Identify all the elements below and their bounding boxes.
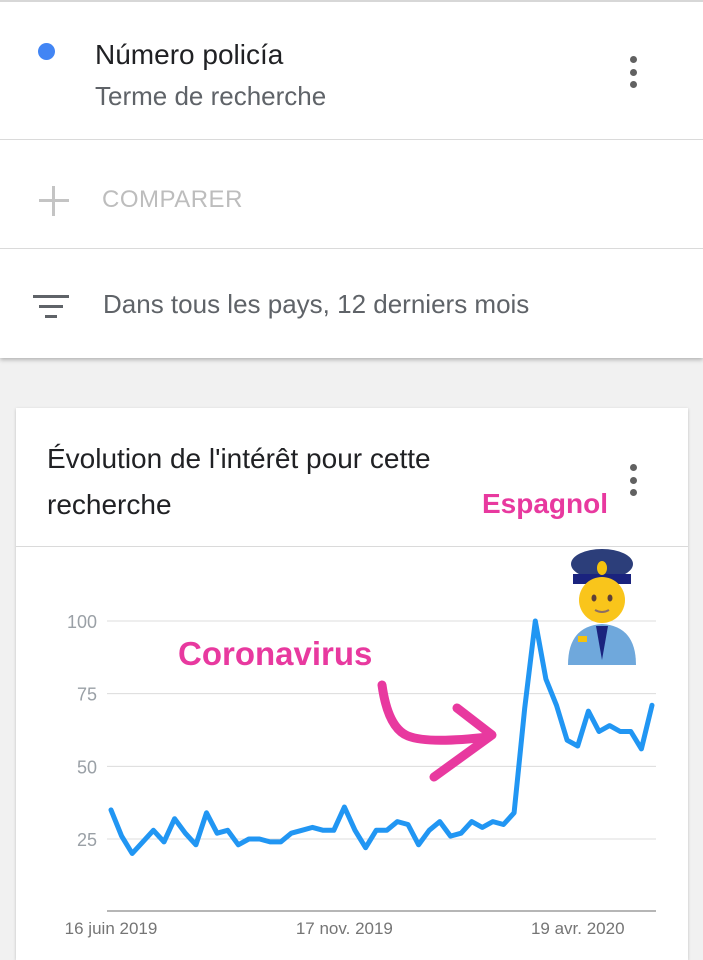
annotation-espagnol: Espagnol bbox=[482, 488, 609, 519]
more-vert-icon[interactable] bbox=[623, 460, 643, 500]
card-title: Évolution de l'intérêt pour cette recher… bbox=[47, 443, 431, 520]
compare-row[interactable]: COMPARER bbox=[0, 139, 703, 248]
compare-button[interactable]: COMPARER bbox=[102, 186, 243, 214]
series-color-dot bbox=[38, 43, 55, 60]
filter-list-icon bbox=[33, 293, 69, 321]
filter-summary[interactable]: Dans tous les pays, 12 derniers mois bbox=[103, 289, 529, 320]
interest-over-time-card: Évolution de l'intérêt pour cette recher… bbox=[16, 408, 688, 960]
plus-icon bbox=[38, 185, 70, 217]
search-term-title: Número policía bbox=[95, 39, 284, 70]
card-header: Évolution de l'intérêt pour cette recher… bbox=[16, 408, 688, 547]
more-vert-icon[interactable] bbox=[623, 52, 643, 92]
search-panel: Número policía Terme de recherche COMPAR… bbox=[0, 0, 703, 358]
search-term-row[interactable]: Número policía Terme de recherche bbox=[0, 0, 703, 139]
search-term-subtitle: Terme de recherche bbox=[95, 81, 327, 111]
filter-row[interactable]: Dans tous les pays, 12 derniers mois bbox=[0, 248, 703, 358]
